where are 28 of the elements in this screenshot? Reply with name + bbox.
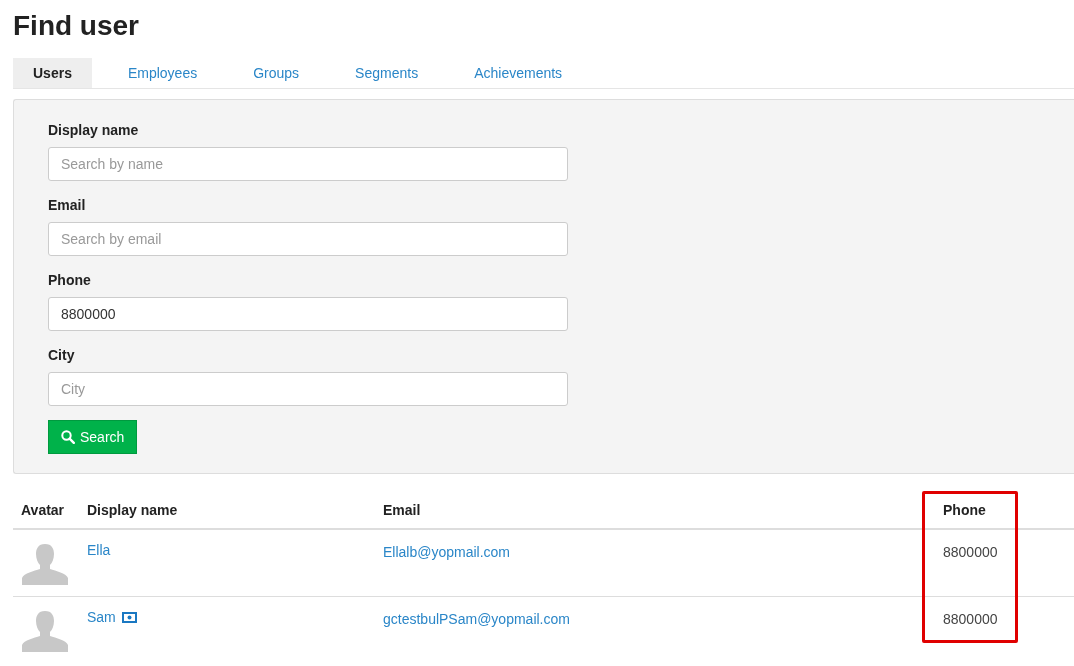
phone-cell: 8800000 (943, 544, 998, 560)
column-header: Display name (87, 502, 178, 518)
column-header: Phone (943, 502, 986, 518)
input-field[interactable]: Search by name (48, 147, 568, 181)
user-name-link[interactable]: Sam (87, 607, 116, 628)
field-label: Email (48, 196, 86, 215)
input-field[interactable]: City (48, 372, 568, 406)
tab[interactable]: Achievements (454, 58, 583, 88)
input-field[interactable]: Search by email (48, 222, 568, 256)
column-header: Email (383, 502, 421, 518)
field-label: Display name (48, 121, 139, 140)
search-icon (61, 430, 75, 444)
tab[interactable]: Employees (107, 58, 218, 88)
input-field[interactable]: 8800000 (48, 297, 568, 331)
avatar-silhouette-icon (21, 542, 69, 586)
email-link[interactable]: Ellalb@yopmail.com (383, 544, 511, 560)
column-header: Avatar (21, 502, 65, 518)
field-label: Phone (48, 271, 91, 290)
phone-cell: 8800000 (943, 611, 998, 627)
tab[interactable]: Users (13, 58, 92, 88)
email-link[interactable]: gctestbulPSam@yopmail.com (383, 611, 570, 627)
tab[interactable]: Groups (233, 58, 320, 88)
search-button[interactable]: Search (48, 420, 138, 454)
user-name-link[interactable]: Ella (87, 540, 111, 561)
field-label: City (48, 346, 75, 365)
tab[interactable]: Segments (335, 58, 439, 88)
page-title: Find user (13, 9, 139, 43)
avatar-silhouette-icon (21, 609, 69, 653)
